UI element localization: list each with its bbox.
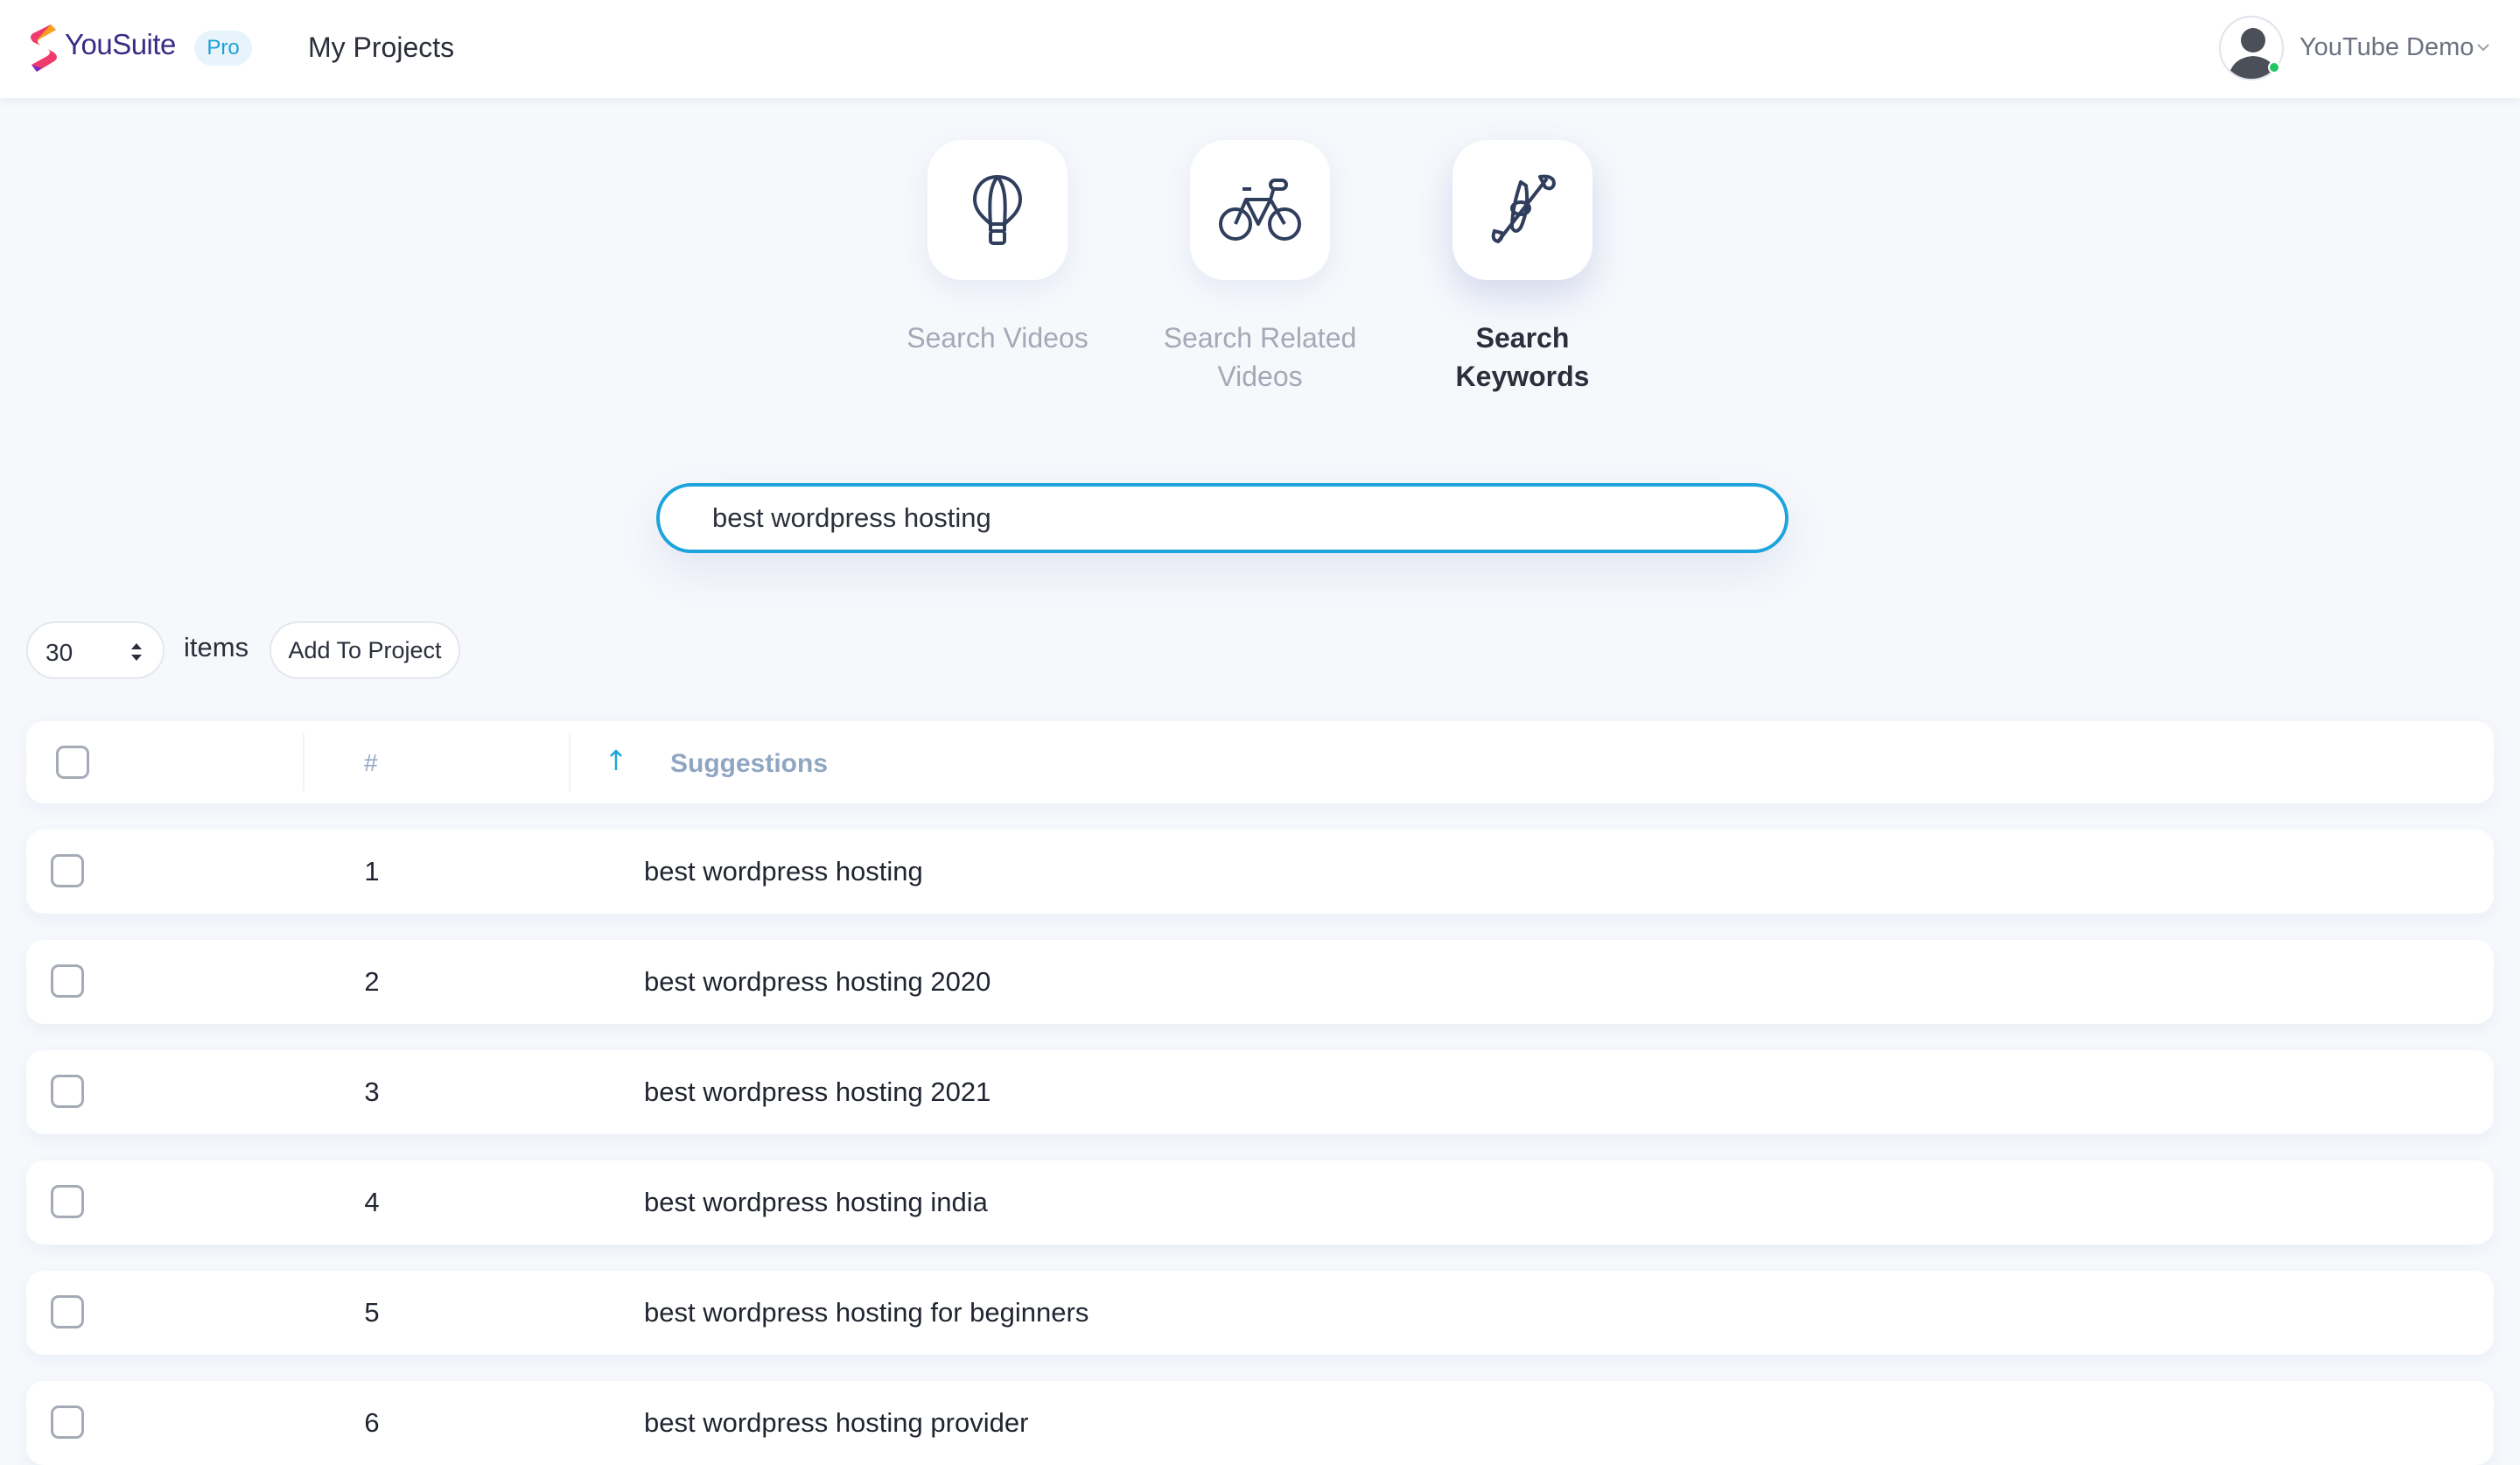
row-suggestion: best wordpress hosting 2021 bbox=[644, 1076, 991, 1107]
row-checkbox[interactable] bbox=[51, 854, 84, 887]
top-bar: YouSuite Pro My Projects YouTube Demo bbox=[0, 0, 2520, 98]
page-size-value: 30 bbox=[46, 639, 74, 666]
online-status-dot bbox=[2268, 61, 2280, 74]
select-arrows-icon bbox=[131, 643, 142, 661]
row-suggestion: best wordpress hosting for beginners bbox=[644, 1297, 1089, 1328]
column-divider bbox=[569, 733, 570, 791]
mode-search-keywords-button[interactable] bbox=[1452, 140, 1592, 280]
mode-search-videos-label[interactable]: Search Videos bbox=[884, 319, 1111, 357]
mode-search-keywords-label[interactable]: Search Keywords bbox=[1409, 319, 1636, 396]
table-row[interactable]: 5 best wordpress hosting for beginners bbox=[26, 1271, 2494, 1355]
row-number: 4 bbox=[364, 1187, 380, 1217]
row-number: 2 bbox=[364, 966, 380, 997]
bicycle-icon bbox=[1219, 179, 1301, 241]
table-row[interactable]: 2 best wordpress hosting 2020 bbox=[26, 940, 2494, 1024]
add-to-project-button[interactable]: Add To Project bbox=[270, 621, 460, 679]
table-row[interactable]: 6 best wordpress hosting provider bbox=[26, 1381, 2494, 1465]
mode-label-line: Search Videos bbox=[906, 322, 1088, 354]
row-number: 1 bbox=[364, 856, 380, 887]
table-row[interactable]: 3 best wordpress hosting 2021 bbox=[26, 1050, 2494, 1134]
row-suggestion: best wordpress hosting india bbox=[644, 1187, 988, 1217]
row-number: 6 bbox=[364, 1407, 380, 1438]
page-size-select[interactable]: 30 bbox=[26, 621, 164, 679]
column-header-suggestions[interactable]: Suggestions bbox=[670, 749, 828, 779]
mode-search-videos-button[interactable] bbox=[928, 140, 1068, 280]
search-input[interactable] bbox=[712, 487, 1745, 550]
row-suggestion: best wordpress hosting bbox=[644, 856, 923, 887]
mode-search-related-videos-label[interactable]: Search Related Videos bbox=[1146, 319, 1374, 396]
row-number: 3 bbox=[364, 1076, 380, 1107]
table-row[interactable]: 1 best wordpress hosting bbox=[26, 830, 2494, 914]
row-number: 5 bbox=[364, 1297, 380, 1328]
sort-ascending-icon[interactable] bbox=[607, 747, 625, 774]
column-header-number[interactable]: # bbox=[364, 749, 378, 777]
mode-label-line: Videos bbox=[1217, 361, 1303, 392]
kayak-paddle-icon bbox=[1491, 174, 1556, 244]
items-label: items bbox=[184, 632, 249, 662]
pro-badge: Pro bbox=[194, 31, 252, 66]
row-checkbox[interactable] bbox=[51, 1075, 84, 1108]
row-suggestion: best wordpress hosting provider bbox=[644, 1407, 1029, 1438]
search-box[interactable] bbox=[656, 483, 1788, 553]
user-name[interactable]: YouTube Demo bbox=[2300, 33, 2474, 62]
row-checkbox[interactable] bbox=[51, 964, 84, 998]
nav-my-projects[interactable]: My Projects bbox=[308, 32, 454, 64]
brand-name[interactable]: YouSuite bbox=[65, 28, 176, 61]
row-checkbox[interactable] bbox=[51, 1295, 84, 1328]
mode-label-line: Search Related bbox=[1163, 322, 1357, 354]
hot-air-balloon-icon bbox=[972, 174, 1023, 245]
chevron-down-icon[interactable] bbox=[2476, 40, 2490, 54]
select-all-checkbox[interactable] bbox=[56, 746, 89, 779]
column-divider bbox=[303, 733, 304, 791]
row-suggestion: best wordpress hosting 2020 bbox=[644, 966, 991, 997]
table-row[interactable]: 4 best wordpress hosting india bbox=[26, 1160, 2494, 1244]
table-header: # Suggestions bbox=[26, 721, 2494, 803]
mode-label-line: Search Keywords bbox=[1455, 322, 1590, 392]
yousuite-logo-icon[interactable] bbox=[24, 23, 63, 74]
row-checkbox[interactable] bbox=[51, 1405, 84, 1439]
row-checkbox[interactable] bbox=[51, 1185, 84, 1218]
mode-search-related-videos-button[interactable] bbox=[1190, 140, 1330, 280]
